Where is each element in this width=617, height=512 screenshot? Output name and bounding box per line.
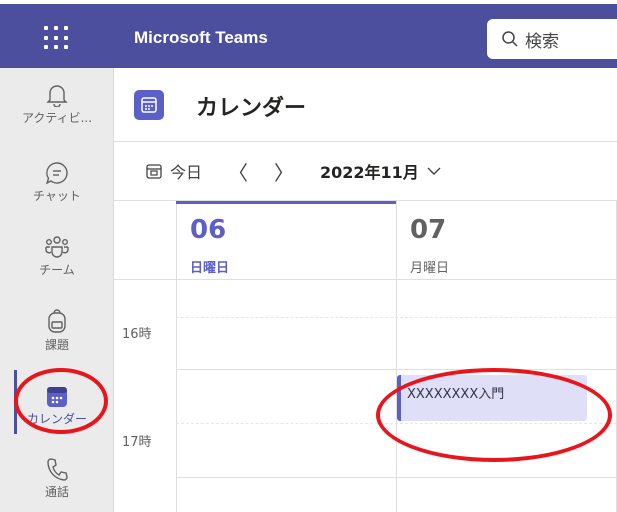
page-title: カレンダー	[196, 96, 307, 121]
search-placeholder: 検索	[525, 31, 559, 52]
prev-button[interactable]: 〈	[228, 157, 248, 186]
rail-item-teams[interactable]: チーム	[0, 220, 114, 292]
calendar-grid: 06 日曜日 07 月曜日 16時 17時 XXXXXXXX入門	[114, 200, 617, 512]
hour-label: 17時	[122, 435, 152, 450]
teams-icon	[45, 235, 69, 258]
day-header-sunday[interactable]: 06 日曜日	[176, 201, 396, 279]
chevron-down-icon	[427, 167, 441, 175]
month-picker[interactable]: 2022年11月	[320, 159, 441, 183]
rail-item-activity[interactable]: アクティビ...	[0, 68, 114, 140]
rail-label-chat: チャット	[33, 188, 81, 203]
month-label: 2022年11月	[320, 163, 419, 182]
day-header-monday[interactable]: 07 月曜日	[396, 201, 616, 279]
hour-line	[176, 477, 617, 478]
highlight-circle	[14, 368, 108, 434]
search-icon	[502, 31, 518, 47]
day-name: 月曜日	[410, 261, 450, 276]
half-hour-line	[176, 317, 617, 318]
app-title: Microsoft Teams	[134, 28, 268, 47]
backpack-icon	[48, 308, 66, 333]
search-input[interactable]: 検索	[487, 19, 617, 59]
calendar-today-icon	[146, 164, 162, 179]
hour-label: 16時	[122, 327, 152, 342]
chat-icon	[45, 161, 68, 184]
day-number: 06	[190, 215, 227, 245]
calendar-app-icon	[134, 90, 164, 120]
rail-label-calls: 通話	[44, 484, 69, 499]
today-label: 今日	[170, 163, 203, 182]
rail-item-assignments[interactable]: 課題	[0, 294, 114, 366]
rail-item-calls[interactable]: 通話	[0, 442, 114, 512]
day-number: 07	[410, 215, 447, 245]
day-name: 日曜日	[190, 261, 230, 276]
rail-label-assignments: 課題	[44, 337, 69, 352]
bell-icon	[46, 84, 68, 107]
top-bar: Microsoft Teams 検索	[0, 0, 617, 68]
app-rail: アクティビ... チャット チーム 課題 カレンダー 通話	[0, 68, 114, 512]
today-button[interactable]: 今日	[146, 159, 202, 183]
calendar-header: カレンダー	[114, 68, 617, 142]
calendar-toolbar: 今日 〈 〉 2022年11月	[114, 142, 617, 200]
header-divider	[114, 279, 617, 280]
phone-icon	[47, 457, 68, 481]
rail-label-teams: チーム	[39, 262, 75, 277]
rail-label-activity: アクティビ...	[21, 110, 93, 125]
app-launcher-icon[interactable]	[44, 26, 72, 50]
highlight-circle	[376, 368, 612, 462]
next-button[interactable]: 〉	[274, 157, 294, 186]
rail-item-chat[interactable]: チャット	[0, 146, 114, 218]
hour-line	[176, 369, 617, 370]
